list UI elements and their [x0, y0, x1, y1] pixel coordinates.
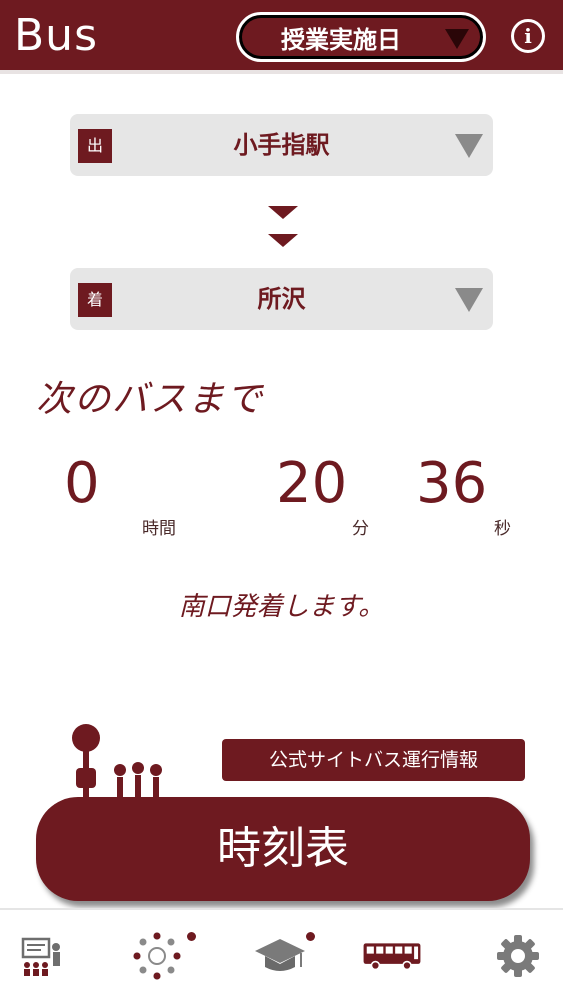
tab-community[interactable]: [127, 926, 196, 986]
gear-icon: [497, 935, 539, 977]
community-icon: [133, 932, 181, 980]
app-header: Bus 授業実施日 i: [0, 0, 563, 70]
notification-dot: [187, 932, 196, 941]
departure-note: 南口発着します。: [178, 592, 385, 622]
bus-icon: [363, 943, 421, 971]
arrival-station-select[interactable]: 着 所沢: [70, 268, 493, 330]
dropdown-arrow-icon: [455, 134, 483, 158]
lecture-icon: [21, 937, 60, 976]
tab-education[interactable]: [250, 926, 315, 986]
day-type-label: 授業実施日: [281, 25, 401, 54]
departure-station-select[interactable]: 出 小手指駅: [70, 114, 493, 176]
direction-arrows-icon: [268, 206, 298, 247]
tab-bus[interactable]: [362, 926, 422, 986]
tab-settings[interactable]: [488, 926, 548, 986]
arrival-station-name: 所沢: [257, 285, 306, 313]
hours-value: 0: [64, 451, 100, 516]
info-icon[interactable]: i: [511, 19, 545, 53]
departure-station-name: 小手指駅: [233, 131, 330, 159]
graduation-cap-icon: [255, 939, 305, 971]
tab-lecture[interactable]: [12, 926, 72, 986]
minutes-unit: 分: [352, 519, 369, 539]
notification-dot: [306, 932, 315, 941]
seconds-value: 36: [416, 451, 488, 516]
dropdown-arrow-icon: [455, 288, 483, 312]
seconds-unit: 秒: [494, 519, 511, 539]
bus-stop-illustration-icon: [72, 724, 162, 798]
day-type-select[interactable]: 授業実施日: [236, 12, 486, 62]
header-divider: [0, 70, 563, 74]
tab-bar: [0, 908, 563, 1002]
dropdown-arrow-icon: [445, 29, 469, 49]
hours-unit: 時間: [142, 519, 176, 539]
official-bus-info-button[interactable]: 公式サイトバス運行情報: [222, 739, 525, 781]
next-bus-label: 次のバスまで: [36, 379, 265, 420]
minutes-value: 20: [276, 451, 348, 516]
app-title: Bus: [14, 10, 98, 61]
timetable-button[interactable]: 時刻表: [36, 797, 530, 901]
